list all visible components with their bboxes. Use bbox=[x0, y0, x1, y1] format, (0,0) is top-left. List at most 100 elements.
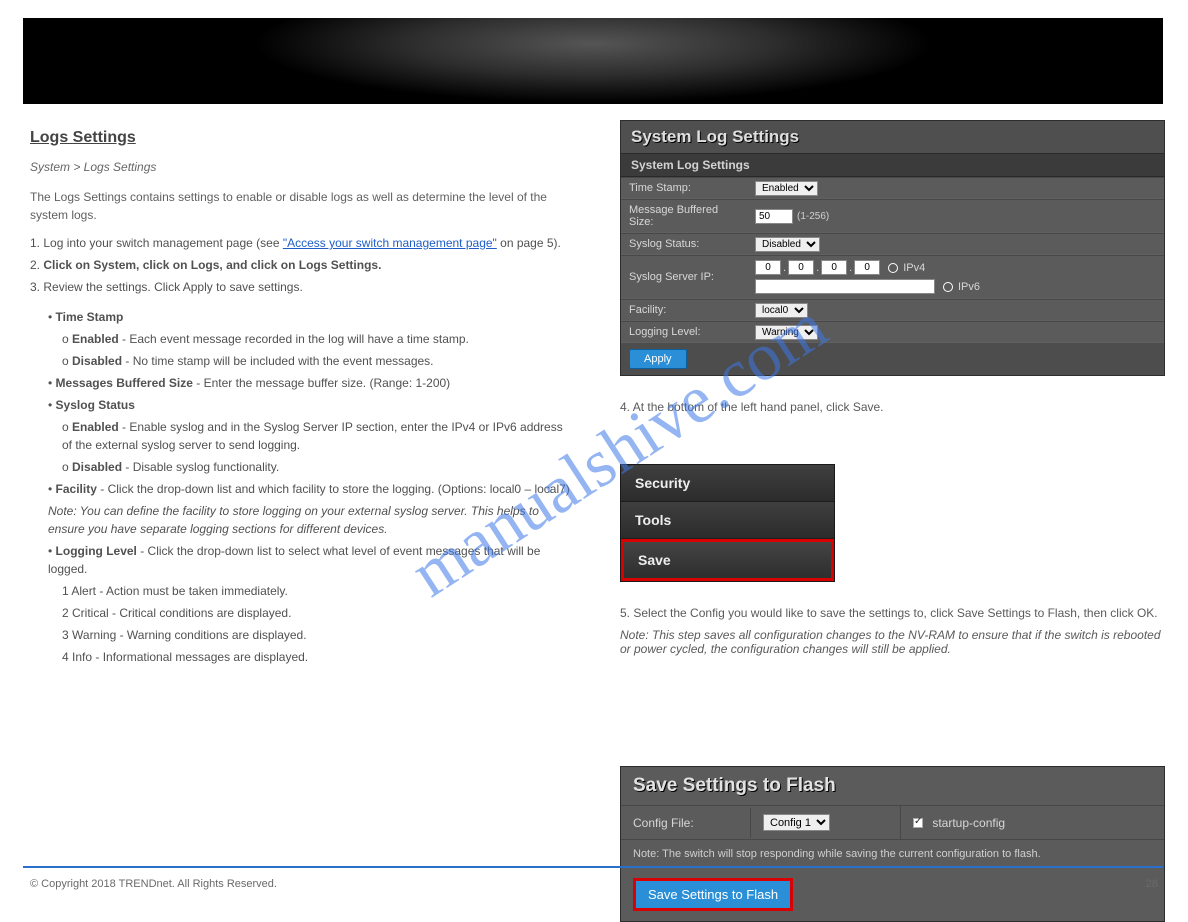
top-banner bbox=[23, 18, 1163, 104]
section-title: Logs Settings bbox=[30, 126, 570, 150]
step-text: Select the Config you would like to save… bbox=[633, 606, 1157, 620]
ref-link[interactable]: "Access your switch management page" bbox=[283, 236, 497, 250]
time-stamp-select[interactable]: Enabled bbox=[755, 181, 818, 196]
field-label: Logging Level bbox=[56, 544, 137, 558]
step-num: 3. bbox=[30, 280, 40, 294]
step-text: Click on System, click on Logs, and clic… bbox=[43, 258, 381, 272]
nav-security[interactable]: Security bbox=[621, 465, 834, 502]
page: manualshive.com Logs Settings System > L… bbox=[0, 0, 1188, 918]
label-facility: Facility: bbox=[621, 300, 751, 320]
apply-row: Apply bbox=[621, 343, 1164, 375]
ipv6-label: IPv6 bbox=[958, 281, 980, 293]
opt-desc: - No time stamp will be included with th… bbox=[122, 354, 433, 368]
flash-btn-row: Save Settings to Flash bbox=[621, 868, 1164, 921]
field-label: Messages Buffered Size bbox=[56, 376, 193, 390]
row-logging: Logging Level: Warning bbox=[621, 321, 1164, 343]
ipv4-label: IPv4 bbox=[903, 262, 925, 274]
radio-ipv6[interactable] bbox=[943, 282, 953, 292]
nav-tools[interactable]: Tools bbox=[621, 502, 834, 539]
step-num: 1. bbox=[30, 236, 40, 250]
apply-button[interactable]: Apply bbox=[629, 349, 687, 369]
logging-select[interactable]: Warning bbox=[755, 325, 818, 340]
step-3: 3. Review the settings. Click Apply to s… bbox=[30, 278, 570, 296]
row-buffer: Message Buffered Size: (1-256) bbox=[621, 199, 1164, 233]
facility-note: Note: You can define the facility to sto… bbox=[48, 502, 570, 538]
opt-disabled: Disabled bbox=[72, 354, 122, 368]
step-2: 2. Click on System, click on Logs, and c… bbox=[30, 256, 570, 274]
step-list: 1. Log into your switch management page … bbox=[30, 234, 570, 296]
intro-text: The Logs Settings contains settings to e… bbox=[30, 188, 570, 224]
row-syslog-status: Syslog Status: Disabled bbox=[621, 233, 1164, 255]
buffer-input[interactable] bbox=[755, 209, 793, 224]
field-syslog-status: • Syslog Status o Enabled - Enable syslo… bbox=[48, 396, 570, 476]
radio-ipv4[interactable] bbox=[888, 263, 898, 273]
panel-title: System Log Settings bbox=[621, 121, 1164, 153]
label-logging: Logging Level: bbox=[621, 322, 751, 342]
level-4: 4 Info - Informational messages are disp… bbox=[62, 648, 570, 666]
syslog-panel: System Log Settings System Log Settings … bbox=[620, 120, 1165, 376]
flash-panel: Save Settings to Flash Config File: Conf… bbox=[620, 766, 1165, 922]
label-config-file: Config File: bbox=[621, 808, 751, 838]
ip-octet-2[interactable] bbox=[788, 260, 814, 275]
step-5-note: Note: This step saves all configuration … bbox=[620, 628, 1165, 656]
ip-octet-4[interactable] bbox=[854, 260, 880, 275]
row-facility: Facility: local0 bbox=[621, 299, 1164, 321]
opt-disabled: Disabled bbox=[72, 460, 122, 474]
nav-save[interactable]: Save bbox=[621, 539, 834, 581]
field-desc: - Click the drop-down list and which fac… bbox=[97, 482, 570, 496]
step-4: 4. At the bottom of the left hand panel,… bbox=[620, 400, 1165, 414]
field-label: Facility bbox=[56, 482, 97, 496]
label-syslog-ip: Syslog Server IP: bbox=[621, 267, 751, 287]
ipv6-input[interactable] bbox=[755, 279, 935, 294]
config-file-select[interactable]: Config 1 bbox=[763, 814, 830, 831]
startup-config-cell: startup-config bbox=[901, 808, 1017, 838]
field-label: Syslog Status bbox=[56, 398, 135, 412]
step-text: Log into your switch management page (se… bbox=[43, 236, 282, 250]
footer-copyright: © Copyright 2018 TRENDnet. All Rights Re… bbox=[30, 878, 277, 890]
opt-enabled: Enabled bbox=[72, 420, 119, 434]
opt-desc: - Each event message recorded in the log… bbox=[119, 332, 469, 346]
right-column: System Log Settings System Log Settings … bbox=[620, 120, 1165, 922]
field-desc: - Enter the message buffer size. (Range:… bbox=[193, 376, 450, 390]
label-time-stamp: Time Stamp: bbox=[621, 178, 751, 198]
row-syslog-ip: Syslog Server IP: . . . IPv4 bbox=[621, 255, 1164, 299]
buffer-range: (1-256) bbox=[797, 211, 829, 222]
field-logging-level: • Logging Level - Click the drop-down li… bbox=[48, 542, 570, 666]
level-3: 3 Warning - Warning conditions are displ… bbox=[62, 626, 570, 644]
step-5: 5. Select the Config you would like to s… bbox=[620, 606, 1165, 620]
syslog-status-select[interactable]: Disabled bbox=[755, 237, 820, 252]
opt-enabled: Enabled bbox=[72, 332, 119, 346]
step-num: 5. bbox=[620, 606, 630, 620]
level-2: 2 Critical - Critical conditions are dis… bbox=[62, 604, 570, 622]
opt-desc: - Disable syslog functionality. bbox=[122, 460, 279, 474]
ip-octet-3[interactable] bbox=[821, 260, 847, 275]
footer-divider bbox=[23, 866, 1163, 868]
field-list: • Time Stamp o Enabled - Each event mess… bbox=[48, 308, 570, 666]
field-facility: • Facility - Click the drop-down list an… bbox=[48, 480, 570, 498]
field-label: Time Stamp bbox=[56, 310, 124, 324]
step-num: 2. bbox=[30, 258, 40, 272]
startup-config-checkbox[interactable] bbox=[913, 818, 923, 828]
label-buffer: Message Buffered Size: bbox=[621, 200, 751, 232]
step-text: At the bottom of the left hand panel, cl… bbox=[633, 400, 884, 414]
step-1: 1. Log into your switch management page … bbox=[30, 234, 570, 252]
flash-title: Save Settings to Flash bbox=[621, 767, 1164, 805]
startup-config-label: startup-config bbox=[932, 816, 1005, 830]
level-1: 1 Alert - Action must be taken immediate… bbox=[62, 582, 570, 600]
facility-select[interactable]: local0 bbox=[755, 303, 808, 318]
label-syslog-status: Syslog Status: bbox=[621, 234, 751, 254]
nav-block: Security Tools Save bbox=[620, 464, 835, 582]
row-time-stamp: Time Stamp: Enabled bbox=[621, 177, 1164, 199]
save-to-flash-button[interactable]: Save Settings to Flash bbox=[633, 878, 793, 911]
flash-note: Note: The switch will stop responding wh… bbox=[621, 839, 1164, 868]
panel-subtitle: System Log Settings bbox=[621, 153, 1164, 177]
footer-page: 28 bbox=[1146, 878, 1158, 890]
opt-desc: - Enable syslog and in the Syslog Server… bbox=[62, 420, 563, 452]
field-time-stamp: • Time Stamp o Enabled - Each event mess… bbox=[48, 308, 570, 370]
section-path: System > Logs Settings bbox=[30, 158, 570, 176]
step-after: on page 5). bbox=[500, 236, 561, 250]
field-buffer: • Messages Buffered Size - Enter the mes… bbox=[48, 374, 570, 392]
step-num: 4. bbox=[620, 400, 630, 414]
left-column: Logs Settings System > Logs Settings The… bbox=[30, 126, 570, 676]
ip-octet-1[interactable] bbox=[755, 260, 781, 275]
